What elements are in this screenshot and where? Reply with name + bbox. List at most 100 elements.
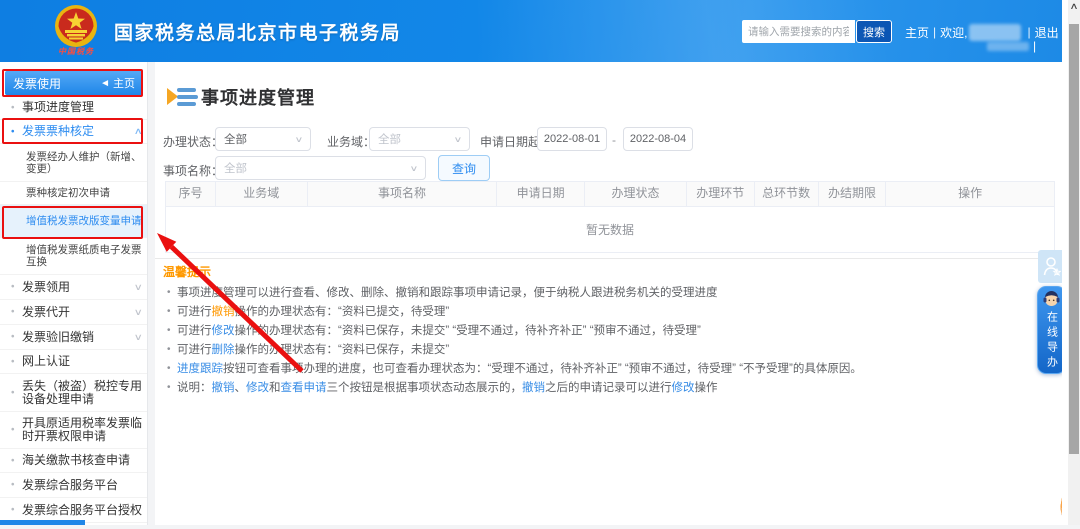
username-redacted xyxy=(969,23,1022,41)
tip-line: 进度跟踪按钮可查看事项办理的进度，也可查看办理状态为：“受理不通过，待补齐补正”… xyxy=(167,362,1047,377)
sidebar-item[interactable]: 事项进度管理 xyxy=(0,96,147,119)
sidebar-item-label: 丢失（被盗）税控专用设备处理申请 xyxy=(22,378,143,406)
vertical-scrollbar[interactable]: ∧ xyxy=(1068,0,1080,525)
sidebar-item[interactable]: 开具原适用税率发票临时开票权限申请 xyxy=(0,411,147,448)
tip-line: 可进行删除操作的办理状态有：“资料已保存，未提交” xyxy=(167,343,1047,358)
sidebar-item-label: 发票经办人维护（新增、变更） xyxy=(26,150,142,175)
tip-text: 和 xyxy=(269,381,281,394)
tip-text: 操作的办理状态有：“资料已保存，未提交” “受理不通过，待补齐补正” “预审不通… xyxy=(234,324,701,337)
sidebar-item[interactable]: 发票验旧缴销 ∨ xyxy=(0,324,147,349)
sidebar-item[interactable]: 丢失（被盗）税控专用设备处理申请 xyxy=(0,373,147,411)
chevron-down-icon: ∨ xyxy=(134,306,144,317)
sidebar-item[interactable]: 发票综合服务平台 xyxy=(0,472,147,497)
sidebar-item-label: 网上认证 xyxy=(22,354,71,368)
scroll-up-arrow-icon[interactable]: ∧ xyxy=(1066,1,1080,12)
sidebar-section-title: 发票使用 xyxy=(13,76,62,91)
online-guide-label: 在线导办 xyxy=(1045,311,1058,371)
sidebar-item-label: 开具原适用税率发票临时开票权限申请 xyxy=(22,416,143,443)
home-link[interactable]: 主页 xyxy=(905,24,929,41)
tip-text: 、 xyxy=(234,381,247,394)
sidebar: 发票使用 ◄ 主页 事项进度管理发票票种核定 ∧ 发票经办人维护（新增、变更） 票种核… xyxy=(0,62,148,525)
sidebar-item[interactable]: 发票票种核定 ∧ xyxy=(0,119,147,143)
table-column-header: 办理状态 xyxy=(585,182,687,206)
chevron-down-icon: ∨ xyxy=(134,281,144,292)
sidebar-item-label: 发票票种核定 xyxy=(22,124,95,138)
sidebar-item[interactable]: 增值税发票改版变量申请 xyxy=(0,204,147,237)
search-input[interactable] xyxy=(742,20,855,43)
sidebar-item[interactable]: 增值税发票纸质电子发票互换 xyxy=(0,237,147,274)
tip-text: 之后的申请记录可以进行 xyxy=(545,381,672,394)
sidebar-item[interactable]: 网上认证 xyxy=(0,349,147,373)
top-header: 中国税务 国家税务总局北京市电子税务局 搜索 主页 | 欢迎, | 退出 | xyxy=(0,0,1062,62)
logo-caption: 中国税务 xyxy=(58,46,94,56)
sidebar-item-label: 海关缴款书核查申请 xyxy=(22,453,131,467)
item-name-select[interactable]: 全部 ∨ xyxy=(215,156,426,180)
person-star-icon xyxy=(1043,256,1061,276)
tip-text: 操作的办理状态有：“资料已保存，未提交” xyxy=(234,343,450,356)
tip-text: 三个按钮是根据事项状态动态展示的， xyxy=(326,381,523,394)
tip-text: 说明： xyxy=(177,381,212,394)
tip-line: 可进行修改操作的办理状态有：“资料已保存，未提交” “受理不通过，待补齐补正” … xyxy=(167,324,1047,339)
chevron-down-icon: ∨ xyxy=(409,163,419,173)
date-to-input[interactable]: 2022-08-04 xyxy=(623,127,693,151)
tip-text: 操作 xyxy=(694,381,718,394)
tip-text: 可进行 xyxy=(177,324,212,337)
sidebar-item-label: 增值税发票改版变量申请 xyxy=(26,215,142,227)
query-button[interactable]: 查询 xyxy=(438,155,490,181)
sidebar-item-label: 事项进度管理 xyxy=(22,100,95,114)
sidebar-section-header[interactable]: 发票使用 ◄ 主页 xyxy=(5,71,143,95)
sidebar-item-label: 增值税发票纸质电子发票互换 xyxy=(26,244,142,268)
sidebar-item[interactable]: 发票领用 ∨ xyxy=(0,274,147,299)
tip-keyword: 删除 xyxy=(211,343,235,356)
tip-text: 可进行 xyxy=(177,305,212,318)
chevron-up-icon: ∧ xyxy=(134,126,144,136)
tips-title: 温馨提示 xyxy=(163,265,212,279)
sidebar-item[interactable]: 海关缴款书核查申请 xyxy=(0,448,147,472)
sidebar-item-label: 发票综合服务平台 xyxy=(22,477,119,492)
status-select-value: 全部 xyxy=(224,134,247,146)
table-column-header: 办结期限 xyxy=(819,182,887,206)
national-emblem-logo xyxy=(55,5,97,47)
tip-keyword: 修改 xyxy=(671,381,695,394)
sidebar-item-label: 发票综合服务平台授权 xyxy=(22,502,143,517)
site-title: 国家税务总局北京市电子税务局 xyxy=(114,23,402,44)
sidebar-item-label: 票种核定初次申请 xyxy=(26,187,110,199)
logout-link[interactable]: 退出 xyxy=(1035,24,1059,41)
table-column-header: 办理环节 xyxy=(687,182,755,206)
table-column-header: 申请日期 xyxy=(497,182,586,206)
back-arrow-icon: ◄ xyxy=(100,77,110,89)
user-nav: 主页 | 欢迎, | 退出 | xyxy=(905,23,1065,53)
chevron-down-icon: ∨ xyxy=(294,134,304,144)
table-column-header: 事项名称 xyxy=(308,182,498,206)
date-from-input[interactable]: 2022-08-01 xyxy=(537,127,607,151)
status-select[interactable]: 全部 ∨ xyxy=(215,127,311,151)
sidebar-item-label: 发票验旧缴销 xyxy=(22,329,95,344)
welcome-label: 欢迎, xyxy=(940,25,968,40)
tip-text: 按钮可查看事项办理的进度，也可查看办理状态为：“受理不通过，待补齐补正” “预审… xyxy=(223,362,862,375)
table-column-header: 总环节数 xyxy=(755,182,819,206)
domain-select[interactable]: 全部 ∨ xyxy=(369,127,470,151)
search-button[interactable]: 搜索 xyxy=(856,20,892,43)
item-name-select-value: 全部 xyxy=(224,163,247,175)
progress-table: 序号 业务域 事项名称 申请日期 办理状态 办理环节 总环节数 办结期限 操作 暂无数据 xyxy=(165,181,1055,253)
sidebar-home-button[interactable]: ◄ 主页 xyxy=(100,75,135,91)
tip-line: 说明：撤销、修改和查看申请三个按钮是根据事项状态动态展示的，撤销之后的申请记录可… xyxy=(167,381,1047,396)
sidebar-item[interactable]: 发票综合服务平台授权 xyxy=(0,497,147,522)
status-filter-label: 办理状态： xyxy=(163,135,224,149)
headset-avatar-icon xyxy=(1043,291,1060,306)
table-header-row: 序号 业务域 事项名称 申请日期 办理状态 办理环节 总环节数 办结期限 操作 xyxy=(166,182,1054,206)
sidebar-item[interactable]: 票种核定初次申请 xyxy=(0,181,147,204)
sidebar-item-label: 发票领用 xyxy=(22,279,71,294)
tip-line: 事项进度管理可以进行查看、修改、删除、撤销和跟踪事项申请记录，便于纳税人跟进税务… xyxy=(167,286,1047,301)
table-column-header: 业务域 xyxy=(216,182,308,206)
sidebar-item[interactable]: 发票经办人维护（新增、变更） xyxy=(0,143,147,181)
section-divider xyxy=(155,258,1062,259)
user-guide-widget[interactable] xyxy=(1038,250,1065,283)
scrollbar-thumb[interactable] xyxy=(1069,24,1079,454)
tip-keyword: 查看申请 xyxy=(280,381,327,394)
page-title-icon xyxy=(167,88,198,106)
tip-keyword: 撤销 xyxy=(522,381,545,394)
sidebar-item[interactable]: 发票代开 ∨ xyxy=(0,299,147,324)
company-redacted xyxy=(987,41,1029,51)
date-dash: - xyxy=(612,133,616,147)
